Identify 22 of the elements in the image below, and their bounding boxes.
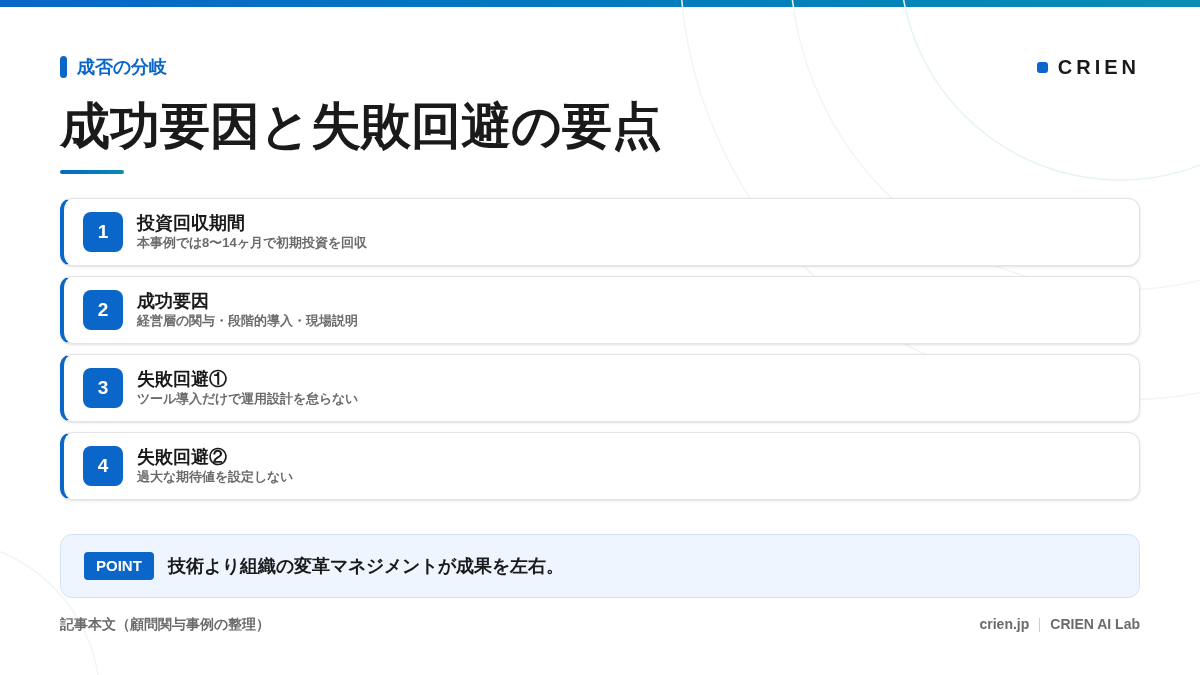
title-underline xyxy=(60,170,124,174)
item-description: 経営層の関与・段階的導入・現場説明 xyxy=(137,313,358,331)
point-text: 技術より組織の変革マネジメントが成果を左右。 xyxy=(167,554,564,578)
brand-logo: CRIEN xyxy=(1057,55,1140,80)
site-url: crien.jp xyxy=(979,615,1030,634)
item-title: 失敗回避② xyxy=(137,445,228,469)
number-badge: 1 xyxy=(83,212,123,252)
item-title: 失敗回避① xyxy=(137,367,228,391)
item-title: 成功要因 xyxy=(137,289,210,313)
item-description: 本事例では8〜14ヶ月で初期投資を回収 xyxy=(137,235,367,253)
lab-name: CRIEN AI Lab xyxy=(1050,615,1140,634)
section-label: 成否の分岐 xyxy=(77,55,167,79)
slide-title: 成功要因と失敗回避の要点 xyxy=(60,97,663,156)
item-title: 投資回収期間 xyxy=(137,211,246,235)
source-note: 記事本文（顧問関与事例の整理） xyxy=(60,615,270,634)
point-label: POINT xyxy=(84,551,154,581)
number-badge: 4 xyxy=(83,446,123,486)
item-description: ツール導入だけで運用設計を怠らない xyxy=(137,391,358,409)
item-description: 過大な期待値を設定しない xyxy=(137,469,293,487)
number-badge: 3 xyxy=(83,368,123,408)
eyebrow-marker xyxy=(60,56,67,78)
number-badge: 2 xyxy=(83,290,123,330)
